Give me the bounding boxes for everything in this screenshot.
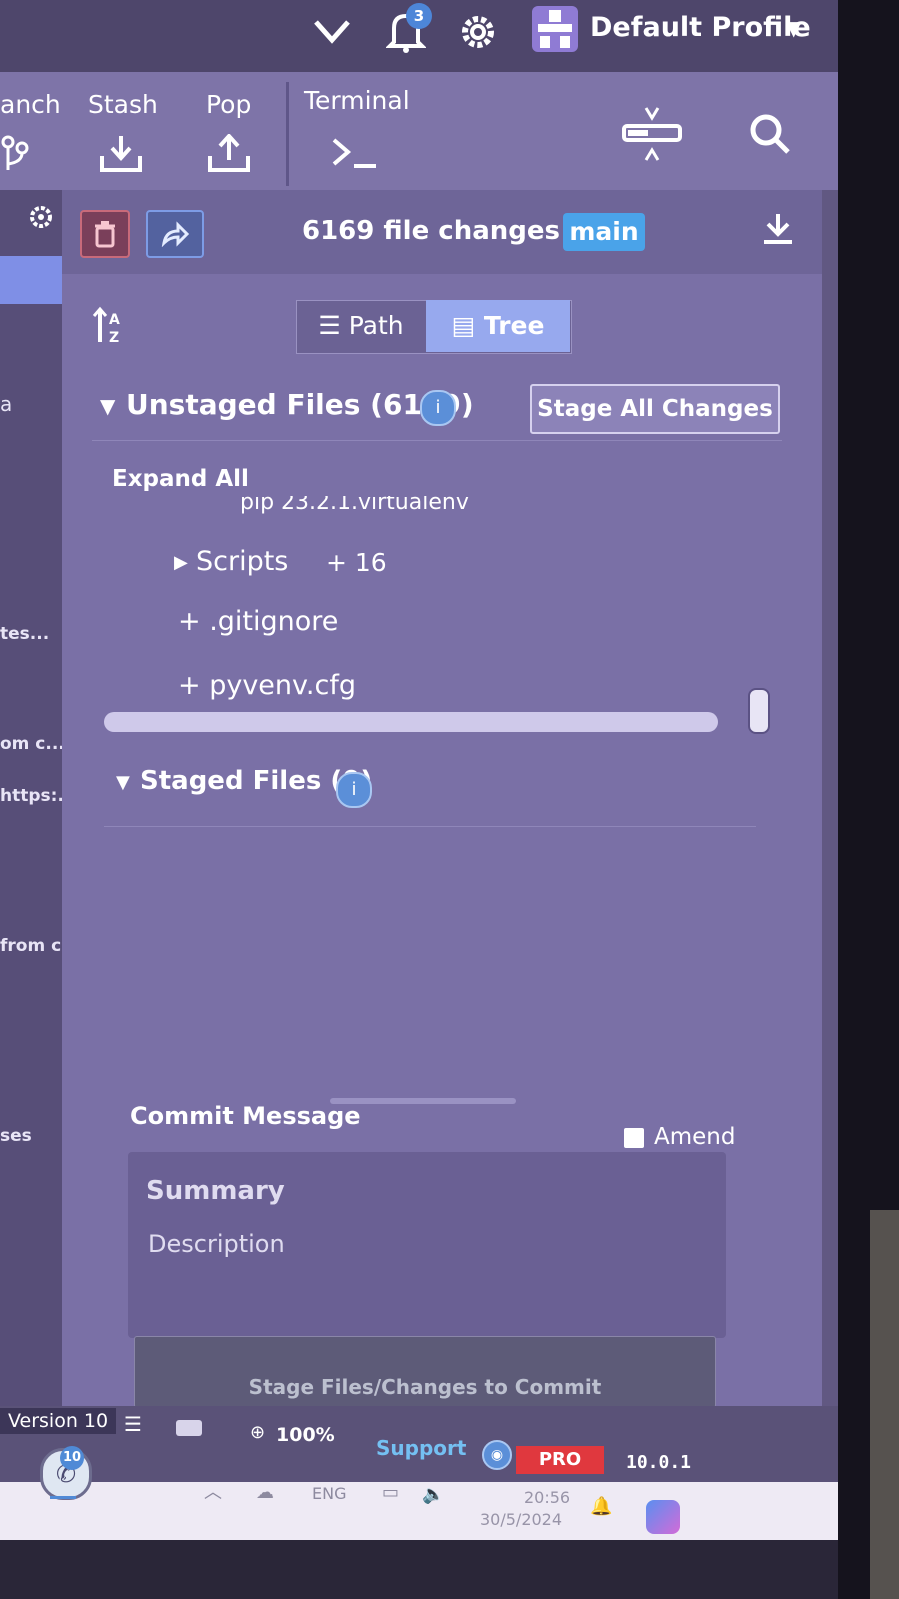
svg-text:Z: Z	[109, 330, 119, 346]
pro-badge[interactable]: PRO	[516, 1446, 604, 1474]
active-app-indicator	[50, 1496, 76, 1499]
zoom-level[interactable]: 100%	[276, 1424, 335, 1446]
clock-time[interactable]: 20:56	[524, 1488, 570, 1507]
summary-input[interactable]: Summary	[146, 1176, 285, 1206]
app-version: 10.0.1	[626, 1452, 692, 1473]
info-icon[interactable]: i	[336, 772, 372, 808]
left-panel-item[interactable]: ses	[0, 1126, 32, 1146]
zoom-icon[interactable]: ⊕	[250, 1422, 265, 1443]
whatsapp-badge: 10	[60, 1446, 84, 1470]
tree-view-button[interactable]: ▤ Tree	[426, 300, 570, 352]
branch-icon[interactable]	[0, 134, 30, 183]
stash-button-label[interactable]: Stash	[88, 90, 158, 119]
svg-text:A: A	[109, 312, 120, 328]
section-divider	[92, 440, 782, 441]
notification-bell-icon[interactable]: 🔔	[590, 1496, 612, 1517]
caret-down-icon[interactable]: ▼	[786, 16, 801, 40]
amend-label[interactable]: Amend	[654, 1124, 735, 1150]
stage-all-button[interactable]: Stage All Changes	[530, 384, 780, 434]
chevron-down-icon[interactable]	[312, 14, 352, 56]
path-view-button[interactable]: ☰ Path	[296, 300, 426, 352]
volume-icon[interactable]: 🔈	[422, 1484, 444, 1505]
branch-button-label[interactable]: anch	[0, 90, 61, 119]
info-icon[interactable]: i	[420, 390, 456, 426]
description-input[interactable]: Description	[148, 1230, 285, 1258]
screen: 3 Default Profile ▼ anch Stash Pop Termi…	[0, 0, 838, 1540]
profile-avatar[interactable]	[532, 6, 578, 52]
list-icon: ☰	[318, 311, 349, 340]
horizontal-scrollbar[interactable]	[104, 712, 718, 732]
keyboard-icon[interactable]	[176, 1420, 202, 1436]
background-wall	[870, 1210, 899, 1599]
support-link[interactable]: Support	[376, 1436, 466, 1460]
collapse-caret-icon[interactable]: ▼	[100, 394, 115, 418]
monitor-bottom-bezel	[0, 1540, 838, 1599]
cloud-icon[interactable]: ☁	[256, 1482, 274, 1503]
branch-badge: main	[563, 213, 645, 251]
folder-change-count: + 16	[326, 548, 387, 577]
left-panel-gear-icon[interactable]	[28, 204, 54, 234]
pop-button-label[interactable]: Pop	[206, 90, 251, 119]
clock-date[interactable]: 30/5/2024	[480, 1510, 562, 1529]
notification-badge: 3	[406, 3, 432, 29]
vertical-scrollbar[interactable]	[748, 688, 770, 734]
gitkraken-icon[interactable]: ◉	[482, 1440, 512, 1470]
changes-count-text: 6169 file changes on	[302, 216, 606, 246]
sort-icon[interactable]: AZ	[92, 306, 126, 353]
amend-checkbox[interactable]	[624, 1128, 644, 1148]
expand-caret-icon[interactable]: ▶	[174, 552, 188, 573]
tray-chevron-up-icon[interactable]: ︿	[204, 1478, 222, 1504]
gear-icon[interactable]	[458, 12, 498, 60]
commit-button[interactable]: Stage Files/Changes to Commit	[134, 1336, 716, 1408]
section-divider	[104, 826, 756, 827]
left-panel-item[interactable]: tes...	[0, 624, 49, 644]
file-row[interactable]: + .gitignore	[178, 606, 338, 637]
stash-changes-button[interactable]	[146, 210, 204, 258]
tree-icon: ▤	[451, 311, 484, 340]
layout-icon[interactable]	[620, 104, 684, 168]
copilot-icon[interactable]	[646, 1500, 680, 1534]
windows-taskbar	[0, 1482, 838, 1540]
network-icon[interactable]: ▭	[382, 1482, 399, 1503]
discard-all-button[interactable]	[80, 210, 130, 258]
file-tree-row[interactable]: pip 23.2.1.virtualenv	[240, 496, 469, 516]
file-row[interactable]: + pyvenv.cfg	[178, 670, 356, 701]
toolbar-divider	[286, 82, 289, 186]
version-label[interactable]: Version 10	[0, 1408, 117, 1434]
left-panel-item[interactable]: a	[0, 392, 12, 416]
left-panel-selected-item[interactable]	[0, 256, 62, 304]
terminal-icon[interactable]	[330, 134, 380, 183]
collapse-caret-icon[interactable]: ▼	[116, 772, 130, 793]
stash-icon[interactable]	[98, 134, 144, 183]
pop-icon[interactable]	[206, 133, 252, 183]
expand-all-link[interactable]: Expand All	[112, 466, 249, 492]
profile-name[interactable]: Default Profile	[590, 12, 811, 43]
list-icon[interactable]: ☰	[124, 1412, 142, 1436]
folder-name[interactable]: Scripts	[196, 546, 288, 577]
terminal-button-label[interactable]: Terminal	[304, 86, 410, 115]
language-indicator[interactable]: ENG	[312, 1484, 346, 1503]
download-icon[interactable]	[762, 212, 794, 254]
search-icon[interactable]	[748, 112, 792, 160]
commit-message-label: Commit Message	[130, 1102, 361, 1130]
left-panel-item[interactable]: om c...	[0, 734, 65, 754]
tree-view-label: Tree	[483, 311, 545, 340]
path-view-label: Path	[348, 311, 404, 340]
